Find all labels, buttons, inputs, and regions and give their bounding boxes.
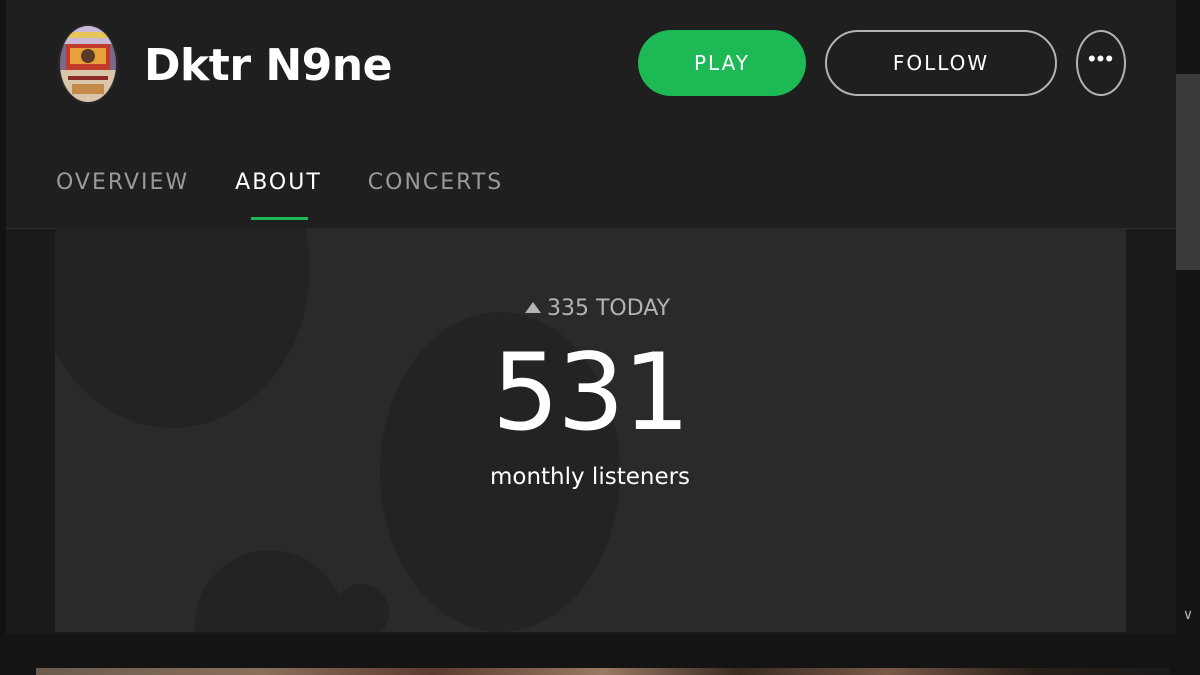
active-tab-indicator: [251, 217, 308, 220]
artist-avatar[interactable]: [60, 26, 116, 102]
monthly-listeners-label: monthly listeners: [489, 464, 691, 490]
scrollbar-thumb[interactable]: [1176, 74, 1200, 270]
follow-button[interactable]: FOLLOW: [825, 30, 1057, 96]
artist-page: Dktr N9ne PLAY FOLLOW ••• OVERVIEW ABOUT…: [0, 0, 1200, 675]
play-button[interactable]: PLAY: [638, 30, 806, 96]
tab-concerts-label: CONCERTS: [367, 170, 504, 195]
listener-stats: 335 TODAY 531 monthly listeners: [55, 228, 1126, 632]
about-panel: 335 TODAY 531 monthly listeners: [55, 228, 1126, 632]
artist-name: Dktr N9ne: [144, 40, 392, 91]
more-options-button[interactable]: •••: [1076, 30, 1126, 96]
tab-about[interactable]: ABOUT: [235, 166, 322, 220]
tab-about-label: ABOUT: [235, 170, 322, 195]
triangle-up-icon: [525, 301, 541, 313]
chevron-down-icon[interactable]: ∨: [1180, 606, 1196, 622]
more-dots-icon: •••: [1087, 46, 1115, 71]
today-change-text: 335 TODAY: [547, 296, 671, 321]
today-change: 335 TODAY: [525, 296, 670, 321]
artist-tabs: OVERVIEW ABOUT CONCERTS: [56, 166, 549, 226]
artist-photo-preview: [36, 668, 1170, 675]
artist-avatar-image: [60, 26, 116, 102]
tab-overview-label: OVERVIEW: [56, 170, 190, 195]
play-button-label: PLAY: [693, 51, 750, 75]
scrollbar[interactable]: ∨: [1176, 0, 1200, 634]
tab-overview[interactable]: OVERVIEW: [56, 166, 189, 220]
artist-header: Dktr N9ne PLAY FOLLOW ••• OVERVIEW ABOUT…: [6, 0, 1176, 229]
follow-button-label: FOLLOW: [892, 51, 990, 75]
tab-concerts[interactable]: CONCERTS: [368, 166, 504, 220]
monthly-listeners-count: 531: [491, 331, 690, 454]
